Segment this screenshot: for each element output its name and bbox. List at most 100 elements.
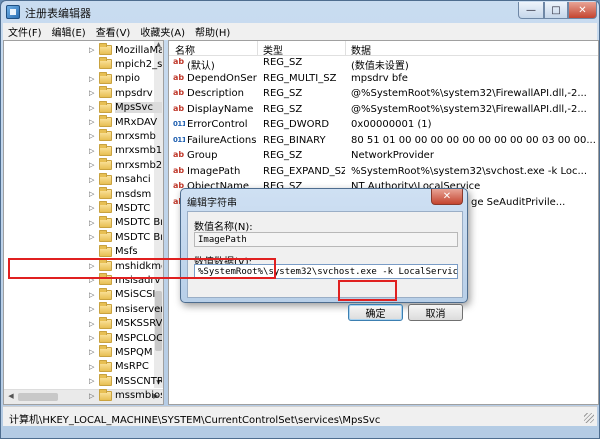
- tree-item-label: mrxsmb20: [115, 159, 162, 171]
- expand-arrow-icon[interactable]: ▷: [89, 75, 97, 83]
- expand-arrow-icon[interactable]: ▷: [89, 89, 97, 97]
- tree-item[interactable]: ▷ MRxDAV: [4, 115, 162, 129]
- column-divider[interactable]: [257, 41, 258, 56]
- column-header-data[interactable]: 数据: [351, 42, 371, 57]
- value-name-label: 数值名称(N):: [194, 222, 253, 233]
- tree-item-label: MSDTC: [115, 202, 151, 214]
- tree-item[interactable]: ▷ mpsdrv: [4, 86, 162, 100]
- menu-view[interactable]: 查看(V): [91, 24, 136, 39]
- menu-favorites[interactable]: 收藏夹(A): [135, 24, 190, 39]
- registry-key-tree[interactable]: ▲ ▼ ◀ ▶ ▷MozillaMampich2_sn▷mpio▷mpsdrv▷…: [3, 40, 164, 405]
- expand-arrow-icon[interactable]: ▷: [89, 190, 97, 198]
- value-row[interactable]: ab Group REG_SZ NetworkProvider: [169, 149, 598, 164]
- tree-item[interactable]: ▷ MozillaMa: [4, 43, 162, 57]
- expand-arrow-icon[interactable]: ▷: [89, 204, 97, 212]
- menu-bar: 文件(F) 编辑(E) 查看(V) 收藏夹(A) 帮助(H): [3, 23, 597, 40]
- tree-item[interactable]: ▷ MSDTC: [4, 201, 162, 215]
- value-row[interactable]: ab ImagePath REG_EXPAND_SZ %SystemRoot%\sys…: [169, 165, 598, 180]
- status-path: 计算机\HKEY_LOCAL_MACHINE\SYSTEM\CurrentCon…: [9, 415, 381, 426]
- value-row[interactable]: ab Description REG_SZ @%SystemRoot%\system3…: [169, 87, 598, 102]
- dialog-body: 数值名称(N): ImagePath 数值数据(V): %SystemRoot%…: [187, 211, 463, 321]
- expand-arrow-icon[interactable]: ▷: [89, 320, 97, 328]
- tree-item[interactable]: ▷ msahci: [4, 172, 162, 187]
- tree-item[interactable]: ▷ MpsSvc: [4, 100, 162, 115]
- close-button[interactable]: ✕: [568, 2, 597, 19]
- expand-arrow-icon[interactable]: ▷: [89, 363, 97, 371]
- tree-item[interactable]: ▷ MSDTC Br: [4, 215, 162, 230]
- folder-icon: [99, 359, 112, 372]
- value-row[interactable]: abDependOnSer... REG_MULTI_SZ mpsdrv bfe: [169, 72, 598, 87]
- folder-icon: [99, 302, 112, 315]
- folder-icon: [99, 244, 112, 257]
- column-divider[interactable]: [345, 41, 346, 56]
- value-name-field: ImagePath: [194, 232, 458, 247]
- value-row[interactable]: 011 FailureActions REG_BINARY 80 51 01 00 0…: [169, 134, 598, 149]
- value-type: REG_MULTI_SZ: [263, 72, 337, 84]
- expand-arrow-icon[interactable]: ▷: [89, 176, 97, 184]
- tree-item[interactable]: ▷ mrxsmb10: [4, 143, 162, 158]
- expand-arrow-icon[interactable]: ▷: [89, 104, 97, 112]
- tree-item[interactable]: ▷ msdsm: [4, 187, 162, 201]
- tree-item[interactable]: ▷ MSiSCSI: [4, 287, 162, 302]
- value-row[interactable]: 011 ErrorControl REG_DWORD 0x00000001 (1): [169, 118, 598, 133]
- tree-item[interactable]: ▷ MSDTC Br: [4, 230, 162, 244]
- tree-item[interactable]: ▷ mssmbios: [4, 388, 162, 403]
- tree-item[interactable]: ▷ MSPQM: [4, 345, 162, 359]
- column-header-name[interactable]: 名称: [175, 42, 195, 57]
- folder-icon: [99, 316, 112, 329]
- menu-file[interactable]: 文件(F): [3, 24, 47, 39]
- tree-item-label: MRxDAV: [115, 116, 158, 128]
- tree-item-label: MSPCLOC: [115, 332, 162, 344]
- expand-arrow-icon[interactable]: ▷: [89, 291, 97, 299]
- value-name: DependOnSer...: [187, 72, 257, 84]
- folder-icon: [99, 215, 112, 228]
- expand-arrow-icon[interactable]: ▷: [89, 147, 97, 155]
- menu-help[interactable]: 帮助(H): [190, 24, 235, 39]
- tree-item[interactable]: ▷ MSPCLOC: [4, 331, 162, 345]
- expand-arrow-icon[interactable]: ▷: [89, 132, 97, 140]
- column-header-type[interactable]: 类型: [263, 42, 283, 57]
- string-value-icon: ab: [173, 88, 185, 97]
- expand-arrow-icon[interactable]: ▷: [89, 392, 97, 400]
- tree-item[interactable]: mpich2_sn: [4, 57, 162, 71]
- tree-item[interactable]: ▷ MSSCNTR: [4, 374, 162, 388]
- tree-item-label: MozillaMa: [115, 44, 162, 56]
- title-bar[interactable]: 注册表编辑器 — □ ✕: [1, 1, 599, 23]
- tree-item-label: MSDTC Br: [115, 217, 162, 229]
- value-row[interactable]: ab (默认) REG_SZ (数值未设置): [169, 56, 598, 72]
- expand-arrow-icon[interactable]: ▷: [89, 219, 97, 227]
- maximize-button[interactable]: □: [544, 2, 568, 19]
- tree-item[interactable]: ▷ MSKSSRV: [4, 316, 162, 331]
- tree-item[interactable]: ▷ mrxsmb20: [4, 158, 162, 172]
- tree-item[interactable]: ▷ MsRPC: [4, 359, 162, 374]
- tree-item[interactable]: ▷ msiserver: [4, 302, 162, 316]
- expand-arrow-icon[interactable]: ▷: [89, 161, 97, 169]
- tree-item-label: mpich2_sn: [115, 58, 162, 70]
- expand-arrow-icon[interactable]: ▷: [89, 334, 97, 342]
- expand-arrow-icon[interactable]: ▷: [89, 233, 97, 241]
- tree-item-label: MSSCNTR: [115, 375, 162, 387]
- menu-edit[interactable]: 编辑(E): [47, 24, 91, 39]
- tree-item[interactable]: ▷ mrxsmb: [4, 129, 162, 143]
- ok-button[interactable]: 确定: [348, 304, 403, 321]
- dialog-close-button[interactable]: ✕: [431, 189, 463, 205]
- tree-item-label: MSPQM: [115, 346, 153, 358]
- folder-icon: [99, 43, 112, 55]
- folder-icon: [99, 86, 112, 99]
- value-row[interactable]: ab DisplayName REG_SZ @%SystemRoot%\system3…: [169, 103, 598, 118]
- tree-item[interactable]: Msfs: [4, 244, 162, 259]
- expand-arrow-icon[interactable]: ▷: [89, 118, 97, 126]
- resize-grip-icon[interactable]: [584, 413, 594, 423]
- value-data: %SystemRoot%\system32\svchost.exe -k Loc…: [351, 165, 588, 177]
- value-data: ge SeAuditPrivile...: [471, 196, 566, 208]
- expand-arrow-icon[interactable]: ▷: [89, 348, 97, 356]
- tree-item-label: MSiSCSI: [115, 289, 156, 301]
- expand-arrow-icon[interactable]: ▷: [89, 305, 97, 313]
- tree-item-label: msdsm: [115, 188, 152, 200]
- value-type: REG_SZ: [263, 150, 303, 161]
- minimize-button[interactable]: —: [518, 2, 544, 19]
- tree-item[interactable]: ▷ mpio: [4, 71, 162, 86]
- expand-arrow-icon[interactable]: ▷: [89, 46, 97, 54]
- expand-arrow-icon[interactable]: ▷: [89, 377, 97, 385]
- cancel-button[interactable]: 取消: [408, 304, 463, 321]
